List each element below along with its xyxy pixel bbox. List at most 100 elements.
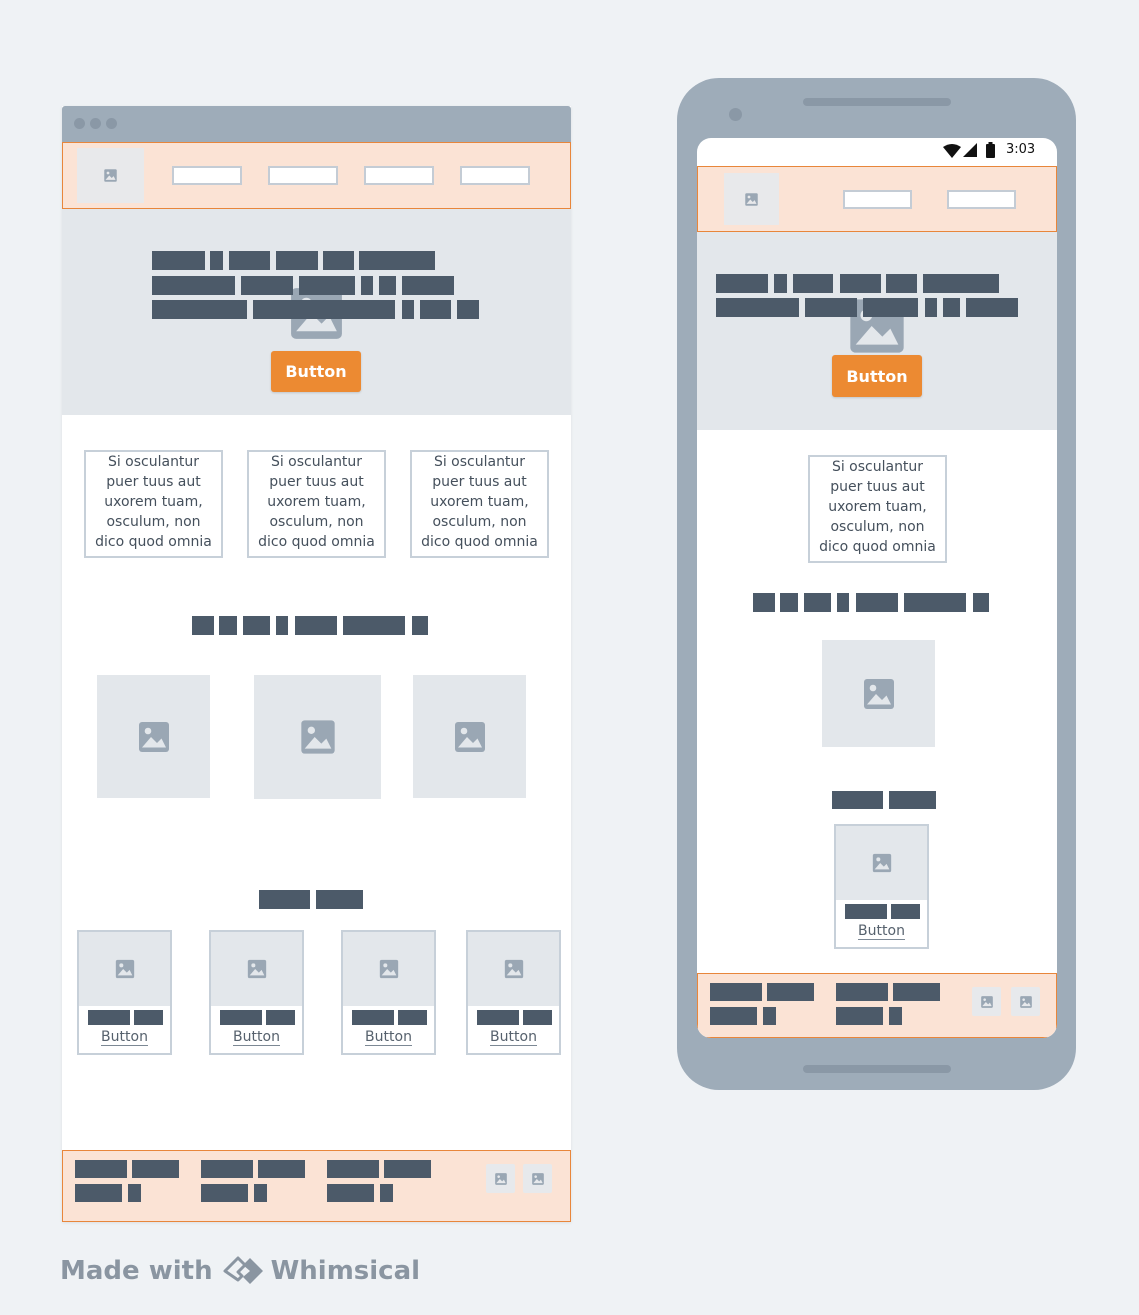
feature-card: Si osculantur puer tuus aut uxorem tuam,… xyxy=(808,455,947,563)
image-icon xyxy=(745,193,758,206)
nav-link-3[interactable] xyxy=(364,166,434,185)
nav-link-1[interactable] xyxy=(172,166,242,185)
product-button-label[interactable]: Button xyxy=(858,923,905,940)
footer-link-block[interactable] xyxy=(767,983,814,1001)
mobile-footer xyxy=(697,973,1057,1038)
footer-link-block[interactable] xyxy=(327,1184,374,1202)
footer-link-block[interactable] xyxy=(710,983,762,1001)
battery-icon xyxy=(986,142,995,158)
signal-icon xyxy=(963,143,977,157)
social-icon[interactable] xyxy=(523,1164,552,1193)
product-card[interactable]: Button xyxy=(341,930,436,1055)
footer-link-block[interactable] xyxy=(75,1184,122,1202)
footer-link-block[interactable] xyxy=(380,1184,393,1202)
section-heading-block xyxy=(343,616,405,635)
headline-text-block xyxy=(923,274,999,293)
product-title-block xyxy=(477,1010,519,1025)
product-button[interactable]: Button xyxy=(79,1029,170,1046)
footer-link-block[interactable] xyxy=(128,1184,141,1202)
status-bar: 3:03 xyxy=(697,138,1057,166)
headline-text-block xyxy=(253,300,395,319)
footer-link-block[interactable] xyxy=(763,1007,776,1025)
product-card[interactable]: Button xyxy=(834,824,929,949)
footer-link-block[interactable] xyxy=(836,983,888,1001)
product-card[interactable]: Button xyxy=(209,930,304,1055)
gallery-image[interactable] xyxy=(822,640,935,747)
product-button-label[interactable]: Button xyxy=(101,1029,148,1046)
nav-link-4[interactable] xyxy=(460,166,530,185)
footer-link-block[interactable] xyxy=(201,1160,253,1178)
footer-link-block[interactable] xyxy=(889,1007,902,1025)
footer-link-block[interactable] xyxy=(75,1160,127,1178)
footer-link-block[interactable] xyxy=(327,1160,379,1178)
product-button[interactable]: Button xyxy=(211,1029,302,1046)
product-title-block xyxy=(523,1010,552,1025)
product-card[interactable]: Button xyxy=(466,930,561,1055)
product-card[interactable]: Button xyxy=(77,930,172,1055)
desktop-footer xyxy=(62,1150,571,1222)
headline-text-block xyxy=(241,276,293,295)
headline-text-block xyxy=(966,298,1018,317)
social-icon[interactable] xyxy=(972,987,1001,1016)
logo-placeholder[interactable] xyxy=(77,148,144,203)
footer-link-block[interactable] xyxy=(254,1184,267,1202)
social-icon[interactable] xyxy=(486,1164,515,1193)
hero-cta-button[interactable]: Button xyxy=(271,351,361,392)
footer-link-block[interactable] xyxy=(893,983,940,1001)
product-image xyxy=(836,826,927,900)
product-button-label[interactable]: Button xyxy=(233,1029,280,1046)
headline-text-block xyxy=(863,298,918,317)
made-with-label: Made with xyxy=(60,1256,213,1286)
footer-link-block[interactable] xyxy=(384,1160,431,1178)
section-heading-block xyxy=(243,616,270,635)
logo-placeholder[interactable] xyxy=(724,173,779,225)
footer-link-block[interactable] xyxy=(201,1184,248,1202)
phone-speaker xyxy=(803,98,951,106)
section-heading-block xyxy=(259,890,310,909)
social-icon[interactable] xyxy=(1011,987,1040,1016)
section-heading-block xyxy=(753,593,775,612)
footer-link-block[interactable] xyxy=(836,1007,883,1025)
nav-link-2[interactable] xyxy=(268,166,338,185)
headline-text-block xyxy=(402,276,454,295)
section-heading-block xyxy=(276,616,288,635)
section-heading-block xyxy=(837,593,849,612)
image-icon xyxy=(104,169,117,182)
headline-text-block xyxy=(361,276,373,295)
headline-text-block xyxy=(379,276,396,295)
window-dot-icon[interactable] xyxy=(90,118,101,129)
headline-text-block xyxy=(152,300,247,319)
desktop-nav-bar xyxy=(62,142,571,209)
footer-link-block[interactable] xyxy=(132,1160,179,1178)
headline-text-block xyxy=(299,276,355,295)
nav-link-1[interactable] xyxy=(843,190,912,209)
section-heading-block xyxy=(889,791,936,809)
nav-link-2[interactable] xyxy=(947,190,1016,209)
whimsical-logo-icon xyxy=(223,1256,263,1284)
made-with-branding[interactable]: Made with Whimsical xyxy=(60,1251,420,1291)
hero-cta-button[interactable]: Button xyxy=(832,355,922,397)
section-heading-block xyxy=(804,593,831,612)
product-button[interactable]: Button xyxy=(468,1029,559,1046)
footer-link-block[interactable] xyxy=(258,1160,305,1178)
product-button[interactable]: Button xyxy=(836,923,927,940)
section-heading-block xyxy=(192,616,214,635)
gallery-image[interactable] xyxy=(413,675,526,798)
feature-card: Si osculantur puer tuus aut uxorem tuam,… xyxy=(247,450,386,558)
product-button[interactable]: Button xyxy=(343,1029,434,1046)
product-button-label[interactable]: Button xyxy=(490,1029,537,1046)
desktop-browser-frame: Button Si osculantur puer tuus aut uxore… xyxy=(62,106,571,1222)
window-dot-icon[interactable] xyxy=(106,118,117,129)
section-heading-block xyxy=(973,593,989,612)
gallery-image[interactable] xyxy=(254,675,381,799)
status-time: 3:03 xyxy=(1006,142,1036,157)
headline-text-block xyxy=(793,274,833,293)
product-title-block xyxy=(352,1010,394,1025)
product-button-label[interactable]: Button xyxy=(365,1029,412,1046)
image-icon xyxy=(115,959,134,979)
footer-link-block[interactable] xyxy=(710,1007,757,1025)
image-icon xyxy=(863,678,894,709)
window-dot-icon[interactable] xyxy=(74,118,85,129)
product-title-block xyxy=(398,1010,427,1025)
gallery-image[interactable] xyxy=(97,675,210,798)
